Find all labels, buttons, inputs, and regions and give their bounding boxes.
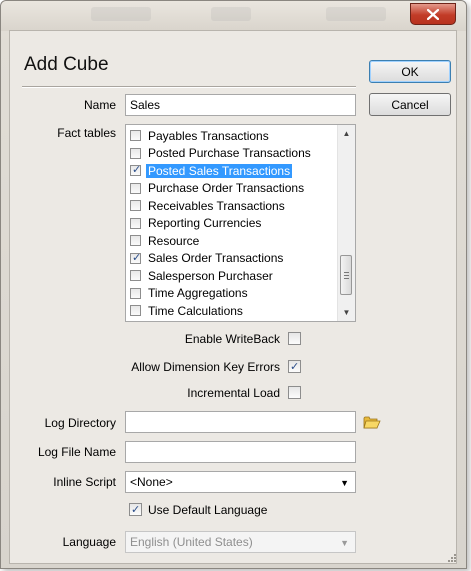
checkmark-icon: ✓ xyxy=(290,361,300,373)
allow-dimension-key-errors-label: Allow Dimension Key Errors xyxy=(131,360,280,374)
fact-table-item[interactable]: Time Calculations xyxy=(126,302,338,319)
inline-script-value: <None> xyxy=(130,475,173,489)
heading-separator xyxy=(22,86,356,88)
ok-button[interactable]: OK xyxy=(369,60,451,83)
fact-table-checkbox[interactable] xyxy=(130,305,141,316)
name-input[interactable]: Sales xyxy=(125,94,356,116)
language-select: English (United States) ▼ xyxy=(125,531,356,553)
inline-script-select[interactable]: <None> ▼ xyxy=(125,471,356,493)
fact-table-item[interactable]: Purchase Order Transactions xyxy=(126,180,338,197)
fact-table-checkbox[interactable]: ✓ xyxy=(130,164,142,176)
checkmark-icon: ✓ xyxy=(132,164,142,176)
fact-tables-list[interactable]: Payables Transactions Posted Purchase Tra… xyxy=(125,124,356,322)
fact-table-label: Posted Sales Transactions xyxy=(146,163,293,178)
name-label: Name xyxy=(83,98,116,112)
title-bar-blur xyxy=(326,7,386,21)
fact-table-label: Time Calculations xyxy=(148,303,243,318)
scroll-down-arrow-icon[interactable]: ▼ xyxy=(338,304,355,321)
fact-table-label: Resource xyxy=(148,233,200,248)
fact-table-checkbox[interactable] xyxy=(130,217,141,229)
enable-writeback-label: Enable WriteBack xyxy=(184,332,280,346)
title-bar-blur xyxy=(211,7,251,21)
close-button[interactable] xyxy=(410,3,456,25)
title-bar[interactable] xyxy=(1,1,466,31)
fact-table-checkbox[interactable] xyxy=(130,200,141,211)
resize-grip-icon[interactable] xyxy=(447,553,457,563)
fact-table-item[interactable]: Reporting Currencies xyxy=(126,215,338,232)
use-default-language-label: Use Default Language xyxy=(148,503,268,517)
dropdown-arrow-icon: ▼ xyxy=(340,538,349,548)
fact-tables-label: Fact tables xyxy=(57,126,116,140)
fact-table-item[interactable]: Time Aggregations xyxy=(126,285,338,302)
fact-table-checkbox[interactable] xyxy=(130,235,141,246)
grip-line xyxy=(344,278,349,279)
incremental-load-label: Incremental Load xyxy=(187,386,280,400)
language-value: English (United States) xyxy=(130,535,253,549)
fact-table-label: Salesperson Purchaser xyxy=(148,268,273,283)
fact-table-label: Purchase Order Transactions xyxy=(148,181,305,195)
fact-table-checkbox[interactable] xyxy=(130,147,141,159)
fact-table-checkbox[interactable] xyxy=(130,182,141,194)
log-file-name-label: Log File Name xyxy=(37,445,116,459)
incremental-load-checkbox[interactable] xyxy=(288,386,301,399)
scroll-up-arrow-icon[interactable]: ▲ xyxy=(338,125,355,142)
log-directory-label: Log Directory xyxy=(44,416,116,430)
folder-open-icon[interactable] xyxy=(363,415,381,429)
fact-table-label: Payables Transactions xyxy=(148,128,269,143)
inline-script-label: Inline Script xyxy=(53,475,116,489)
fact-table-item[interactable]: ✓ Sales Order Transactions xyxy=(126,250,338,267)
checkmark-icon: ✓ xyxy=(132,251,142,264)
grip-line xyxy=(344,272,349,273)
fact-table-label: Receivables Transactions xyxy=(148,198,285,213)
log-file-name-input[interactable] xyxy=(125,441,356,463)
fact-table-item[interactable]: Payables Transactions xyxy=(126,127,338,144)
close-icon xyxy=(427,8,439,20)
dropdown-arrow-icon: ▼ xyxy=(340,478,349,488)
fact-table-checkbox[interactable]: ✓ xyxy=(130,251,142,264)
fact-table-checkbox[interactable] xyxy=(130,270,141,281)
grip-line xyxy=(344,275,349,276)
title-bar-blur xyxy=(91,7,151,21)
fact-tables-scrollbar[interactable]: ▲ ▼ xyxy=(337,125,355,321)
fact-table-label: Posted Purchase Transactions xyxy=(148,146,311,160)
scroll-thumb[interactable] xyxy=(340,255,352,295)
fact-table-label: Time Aggregations xyxy=(148,286,248,300)
language-label: Language xyxy=(62,535,116,549)
fact-table-item[interactable]: Salesperson Purchaser xyxy=(126,267,338,284)
cancel-button[interactable]: Cancel xyxy=(369,93,451,116)
checkmark-icon: ✓ xyxy=(131,504,141,516)
use-default-language-checkbox[interactable]: ✓ xyxy=(129,503,142,516)
fact-table-item[interactable]: Receivables Transactions xyxy=(126,197,338,214)
fact-table-item[interactable]: ✓ Posted Sales Transactions xyxy=(126,162,338,179)
enable-writeback-checkbox[interactable] xyxy=(288,332,301,345)
log-directory-input[interactable] xyxy=(125,411,356,433)
fact-table-item[interactable]: Resource xyxy=(126,232,338,249)
fact-table-item[interactable]: Posted Purchase Transactions xyxy=(126,145,338,162)
fact-table-checkbox[interactable] xyxy=(130,130,141,141)
fact-table-checkbox[interactable] xyxy=(130,287,141,299)
dialog-heading: Add Cube xyxy=(24,54,109,75)
allow-dimension-key-errors-checkbox[interactable]: ✓ xyxy=(288,360,301,373)
fact-table-label: Reporting Currencies xyxy=(148,216,262,230)
fact-table-label: Sales Order Transactions xyxy=(148,251,284,265)
